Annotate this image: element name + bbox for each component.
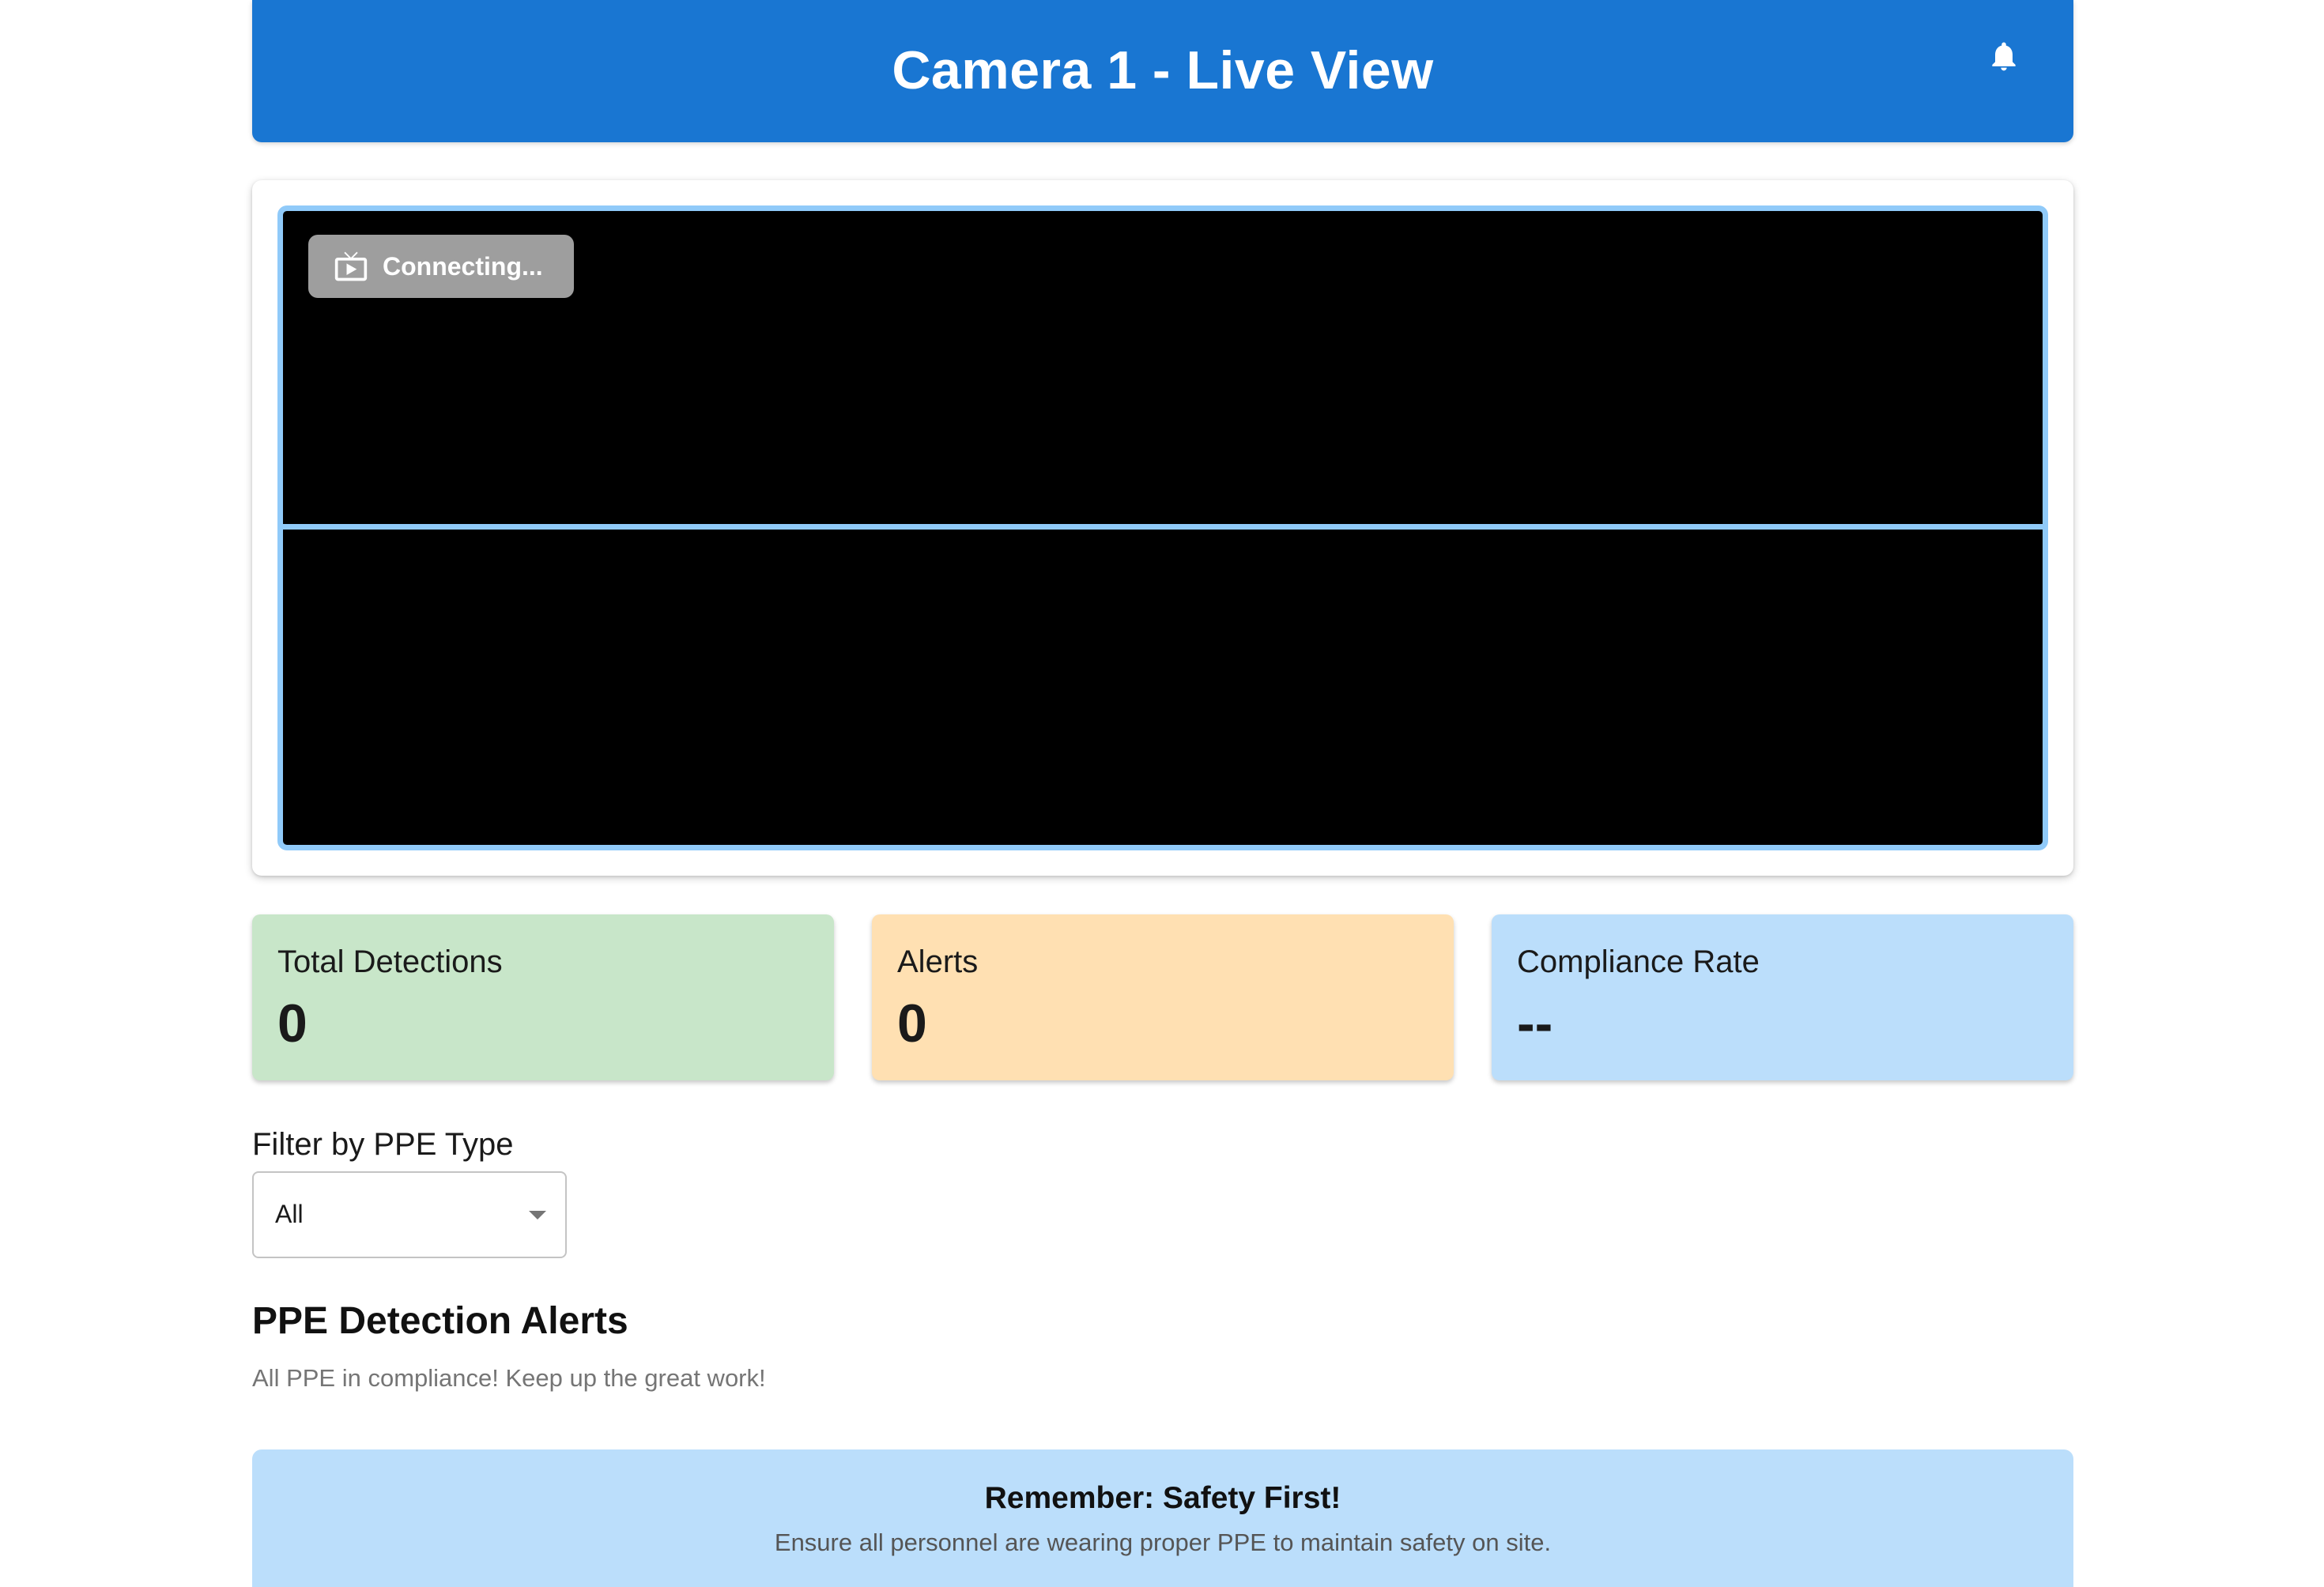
video-card: Connecting... bbox=[252, 180, 2073, 876]
safety-banner: Remember: Safety First! Ensure all perso… bbox=[252, 1449, 2073, 1587]
alerts-message: All PPE in compliance! Keep up the great… bbox=[252, 1364, 766, 1392]
banner-title: Remember: Safety First! bbox=[984, 1481, 1341, 1515]
video-divider bbox=[283, 524, 2043, 530]
filter-label: Filter by PPE Type bbox=[252, 1127, 514, 1162]
select-value: All bbox=[275, 1200, 304, 1228]
ppe-type-select[interactable]: All bbox=[252, 1171, 567, 1258]
stat-card-total-detections: Total Detections 0 bbox=[252, 914, 834, 1080]
chevron-down-icon bbox=[529, 1211, 546, 1219]
connection-status-badge: Connecting... bbox=[308, 235, 574, 298]
stat-value: 0 bbox=[897, 993, 927, 1054]
live-tv-icon bbox=[334, 251, 368, 281]
stat-card-compliance-rate: Compliance Rate -- bbox=[1492, 914, 2073, 1080]
page-title: Camera 1 - Live View bbox=[892, 40, 1434, 100]
stat-card-alerts: Alerts 0 bbox=[872, 914, 1454, 1080]
stat-value: 0 bbox=[277, 993, 307, 1054]
connection-status-text: Connecting... bbox=[383, 251, 543, 281]
video-stream[interactable]: Connecting... bbox=[277, 205, 2048, 850]
stat-value: -- bbox=[1517, 993, 1553, 1054]
bell-icon[interactable] bbox=[1986, 36, 2021, 76]
stat-label: Compliance Rate bbox=[1517, 944, 1760, 979]
app-header: Camera 1 - Live View bbox=[252, 0, 2073, 142]
banner-subtitle: Ensure all personnel are wearing proper … bbox=[774, 1529, 1552, 1556]
stat-label: Total Detections bbox=[277, 944, 503, 979]
alerts-heading: PPE Detection Alerts bbox=[252, 1300, 628, 1342]
stat-label: Alerts bbox=[897, 944, 979, 979]
page: Camera 1 - Live View Connecting... Total… bbox=[0, 0, 2324, 1587]
